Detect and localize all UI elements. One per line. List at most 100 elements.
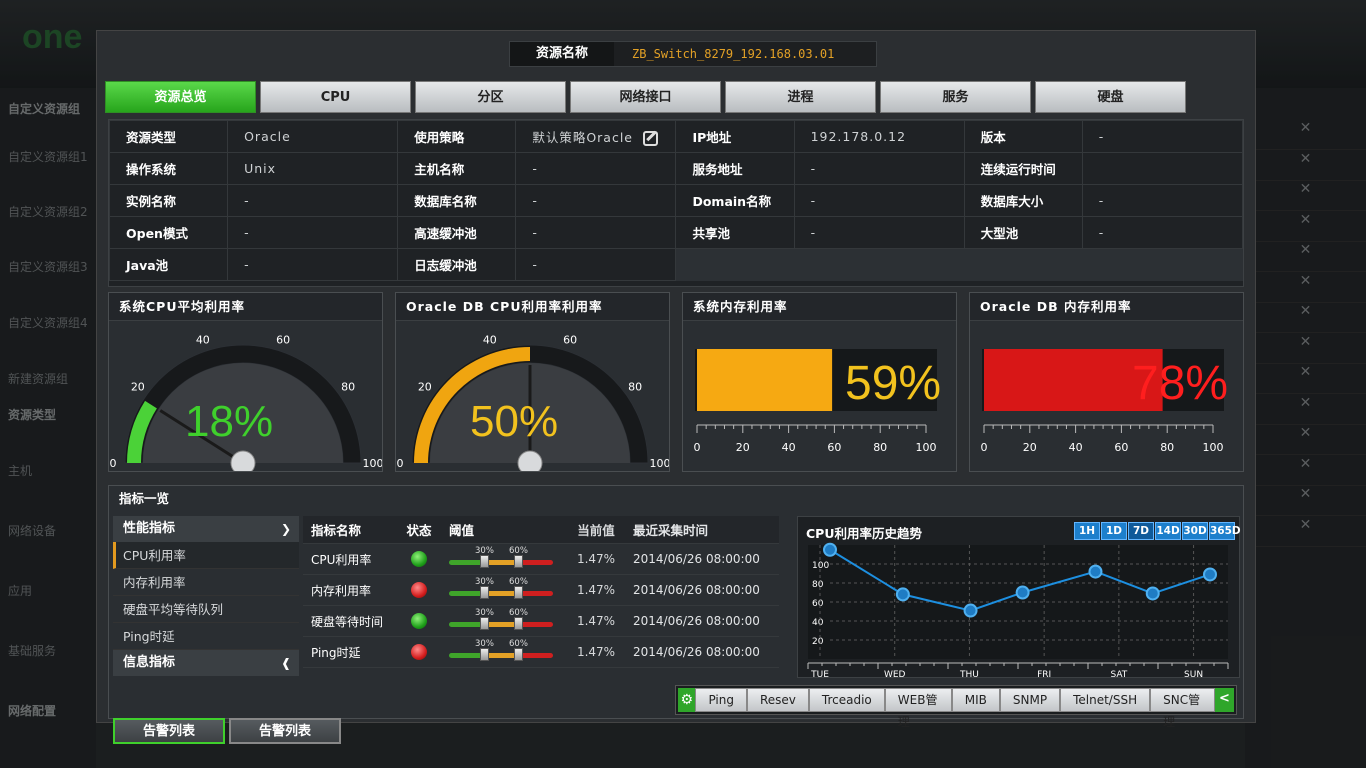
tool-button-2[interactable]: Trceadio	[808, 688, 885, 712]
alarm-list-button-2[interactable]: 告警列表	[229, 718, 341, 744]
info-value: -	[1081, 120, 1244, 153]
tab-2[interactable]: 分区	[415, 81, 566, 113]
slider-label-high: 60%	[509, 608, 528, 618]
metric-nav-item[interactable]: CPU利用率	[113, 542, 299, 569]
gauge-tick-label: 60	[563, 333, 577, 346]
performance-metrics-header[interactable]: 性能指标 ❯	[113, 516, 299, 542]
bar-tick-label: 40	[782, 441, 796, 454]
status-cell	[397, 582, 441, 598]
oracle-cpu-gauge: 0 20 40 60 80 100	[397, 333, 669, 471]
tab-0[interactable]: 资源总览	[105, 81, 256, 113]
edit-icon[interactable]	[643, 131, 659, 146]
slider-handle-high[interactable]	[514, 586, 523, 599]
threshold-slider[interactable]: 30% 60%	[449, 577, 553, 599]
tool-button-0[interactable]: Ping	[695, 688, 747, 712]
resource-name-bar: 资源名称 ZB_Switch_8279_192.168.03.01	[509, 41, 877, 67]
threshold-slider[interactable]: 30% 60%	[449, 608, 553, 630]
data-point[interactable]	[823, 542, 837, 557]
x-tick-label: WED	[884, 670, 906, 677]
bar-tick-label: 80	[873, 441, 887, 454]
data-point[interactable]	[1145, 586, 1160, 601]
data-point[interactable]	[895, 587, 910, 602]
info-key: 数据库大小	[963, 184, 1083, 217]
bar-tick-label: 60	[827, 441, 841, 454]
collect-time: 2014/06/26 08:00:00	[633, 583, 760, 597]
gear-icon[interactable]: ⚙	[678, 688, 696, 712]
tab-3[interactable]: 网络接口	[570, 81, 721, 113]
info-metrics-label: 信息指标	[123, 655, 176, 670]
info-value-text: Oracle	[244, 129, 291, 144]
y-tick-label: 40	[812, 618, 824, 628]
tool-bar: ⚙ Ping Resev Trceadio WEB管理 MIB SNMP Telnet/SS…	[675, 685, 1237, 729]
slider-handle-low[interactable]	[480, 555, 489, 568]
chevron-down-icon[interactable]: ❯	[281, 516, 291, 542]
data-point[interactable]	[1203, 567, 1217, 582]
threshold-cell: 30% 60%	[441, 608, 567, 630]
collect-time: 2014/06/26 08:00:00	[633, 645, 760, 659]
info-value: -	[515, 216, 677, 249]
cpu-gauge-title: 系统CPU平均利用率	[109, 293, 382, 321]
slider-handle-high[interactable]	[514, 555, 523, 568]
chevron-up-icon[interactable]: ❰	[281, 650, 291, 676]
tool-button-7[interactable]: SNC管理	[1150, 688, 1215, 729]
threshold-slider[interactable]: 30% 60%	[449, 639, 553, 661]
tab-6[interactable]: 硬盘	[1035, 81, 1186, 113]
x-tick-label: TUE	[810, 670, 829, 677]
tool-button-4[interactable]: MIB	[951, 688, 1000, 712]
data-point[interactable]	[1015, 585, 1030, 600]
info-value-text: -	[244, 257, 250, 272]
data-point[interactable]	[1088, 564, 1103, 579]
tab-1[interactable]: CPU	[260, 81, 411, 113]
back-arrow-icon[interactable]: <	[1214, 688, 1234, 712]
slider-track	[449, 591, 553, 596]
bar-tick-label: 0	[694, 441, 701, 454]
info-value: -	[515, 184, 677, 217]
table-row: CPU利用率 30% 60% 1.47% 2014/06/26 08:00:00	[303, 544, 779, 575]
y-tick-label: 100	[812, 561, 829, 571]
threshold-cell: 30% 60%	[441, 546, 567, 568]
tab-5[interactable]: 服务	[880, 81, 1031, 113]
info-value-text: -	[810, 225, 817, 240]
info-key: 主机名称	[397, 152, 517, 185]
metric-nav-item[interactable]: Ping时延	[113, 623, 299, 650]
info-value: -	[227, 184, 399, 217]
memory-bar-title: 系统内存利用率	[683, 293, 956, 321]
metric-nav-item[interactable]: 硬盘平均等待队列	[113, 596, 299, 623]
slider-label-high: 60%	[509, 577, 528, 587]
x-tick-label: FRI	[1037, 670, 1051, 677]
oracle-memory-bar-chart: 78% 0 20 40 60 80 100	[981, 349, 1228, 454]
threshold-cell: 30% 60%	[441, 577, 567, 599]
x-tick-label: SUN	[1184, 670, 1203, 677]
slider-handle-low[interactable]	[480, 586, 489, 599]
info-value-text: -	[1098, 225, 1105, 240]
info-value-text: 192.178.0.12	[810, 129, 907, 144]
info-value: Unix	[227, 152, 399, 185]
gauge-hub	[230, 450, 256, 471]
info-key: Domain名称	[675, 184, 795, 217]
data-point[interactable]	[963, 603, 978, 618]
info-metrics-header[interactable]: 信息指标 ❰	[113, 650, 299, 676]
slider-handle-high[interactable]	[514, 617, 523, 630]
tool-button-6[interactable]: Telnet/SSH	[1060, 688, 1151, 712]
slider-handle-high[interactable]	[514, 648, 523, 661]
info-value-text: -	[1098, 129, 1105, 144]
tool-button-3[interactable]: WEB管理	[884, 688, 952, 729]
info-key: 版本	[963, 120, 1083, 153]
current-value: 1.47%	[576, 645, 616, 659]
slider-label-low: 30%	[475, 577, 494, 587]
metric-nav-item[interactable]: 内存利用率	[113, 569, 299, 596]
slider-handle-low[interactable]	[480, 617, 489, 630]
alarm-list-button[interactable]: 告警列表	[113, 718, 225, 744]
info-value-text: 默认策略Oracle	[532, 130, 634, 145]
column-header: 最近采集时间	[633, 523, 709, 538]
tool-button-5[interactable]: SNMP	[999, 688, 1061, 712]
column-header: 阈值	[449, 523, 475, 538]
slider-handle-low[interactable]	[480, 648, 489, 661]
tool-button-1[interactable]: Resev	[746, 688, 809, 712]
y-tick-label: 80	[812, 580, 824, 590]
threshold-slider[interactable]: 30% 60%	[449, 546, 553, 568]
tab-4[interactable]: 进程	[725, 81, 876, 113]
info-value: -	[227, 216, 399, 249]
table-row: 硬盘等待时间 30% 60% 1.47% 2014/06/26 08:00:00	[303, 606, 779, 637]
info-value-text: -	[532, 257, 538, 272]
